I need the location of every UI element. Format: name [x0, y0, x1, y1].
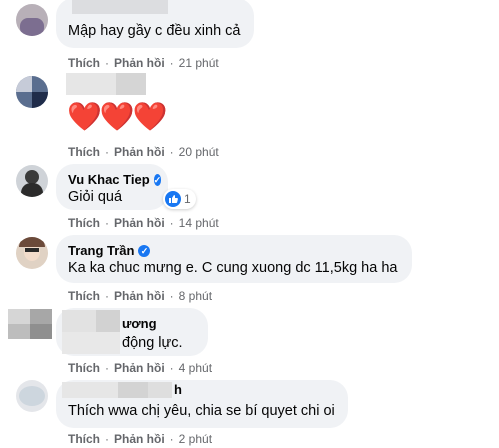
reply-link[interactable]: Phản hồi	[114, 432, 165, 446]
avatar[interactable]	[16, 237, 48, 269]
comment-text: Giỏi quá	[68, 189, 123, 205]
comment-text-partial: động lực.	[122, 335, 183, 351]
timestamp[interactable]: 21 phút	[179, 56, 219, 70]
commenter-name[interactable]: Vu Khac Tiep ✓	[68, 172, 162, 188]
blurred-name	[118, 382, 148, 398]
avatar[interactable]	[16, 4, 48, 36]
reply-link[interactable]: Phản hồi	[114, 56, 165, 70]
comment-bubble: Trang Trần ✓ Ka ka chuc mưng e. C cung xu…	[56, 235, 412, 283]
timestamp[interactable]: 14 phút	[179, 216, 219, 230]
comment-actions: Thích · Phản hồi · 20 phút	[68, 145, 219, 159]
verified-badge-icon: ✓	[138, 245, 151, 257]
comment-actions: Thích · Phản hồi · 8 phút	[68, 289, 213, 303]
comment-actions: Thích · Phản hồi · 2 phút	[68, 432, 213, 446]
blurred-name	[66, 73, 116, 95]
timestamp[interactable]: 8 phút	[179, 289, 212, 303]
comment-actions: Thích · Phản hồi · 21 phút	[68, 56, 219, 70]
blurred-name	[116, 73, 146, 95]
reaction-count-badge[interactable]: 1	[163, 189, 196, 209]
like-link[interactable]: Thích	[68, 361, 100, 375]
reply-link[interactable]: Phản hồi	[114, 289, 165, 303]
like-link[interactable]: Thích	[68, 432, 100, 446]
comment-actions: Thích · Phản hồi · 14 phút	[68, 216, 219, 230]
like-link[interactable]: Thích	[68, 56, 100, 70]
timestamp[interactable]: 4 phút	[179, 361, 212, 375]
reply-link[interactable]: Phản hồi	[114, 361, 165, 375]
like-link[interactable]: Thích	[68, 216, 100, 230]
blurred-name	[62, 310, 96, 332]
like-link[interactable]: Thích	[68, 145, 100, 159]
commenter-name-partial: h	[174, 382, 182, 397]
comment-text: Mập hay gầy c đều xinh cả	[68, 23, 241, 39]
commenter-name-partial: ương	[122, 316, 157, 331]
reply-link[interactable]: Phản hồi	[114, 145, 165, 159]
timestamp[interactable]: 2 phút	[179, 432, 212, 446]
comment-bubble: h Thích wwa chị yêu, chia se bí quyet ch…	[56, 380, 348, 428]
comment-bubble: ương động lực.	[56, 308, 208, 356]
timestamp[interactable]: 20 phút	[179, 145, 219, 159]
comment-bubble: Vu Khac Tiep ✓ Giỏi quá	[56, 164, 168, 210]
blurred-name	[62, 382, 118, 398]
comment-bubble: Mập hay gầy c đều xinh cả	[56, 0, 254, 48]
avatar[interactable]	[16, 76, 48, 108]
like-link[interactable]: Thích	[68, 289, 100, 303]
comment-text: Ka ka chuc mưng e. C cung xuong dc 11,5k…	[68, 260, 398, 276]
commenter-name[interactable]: Trang Trần ✓	[68, 243, 400, 259]
verified-badge-icon: ✓	[153, 174, 162, 186]
comment-actions: Thích · Phản hồi · 4 phút	[68, 361, 213, 375]
blurred-name	[148, 382, 172, 398]
blurred-text	[62, 332, 120, 354]
like-reaction-icon	[165, 191, 181, 207]
blurred-name	[96, 310, 120, 332]
avatar[interactable]	[8, 309, 52, 339]
reaction-count: 1	[184, 192, 191, 206]
comment-text: Thích wwa chị yêu, chia se bí quyet chi …	[68, 403, 335, 419]
avatar[interactable]	[16, 165, 48, 197]
reply-link[interactable]: Phản hồi	[114, 216, 165, 230]
heart-emojis: ❤️❤️❤️	[67, 101, 168, 132]
blurred-name	[72, 0, 168, 14]
avatar[interactable]	[16, 380, 48, 412]
